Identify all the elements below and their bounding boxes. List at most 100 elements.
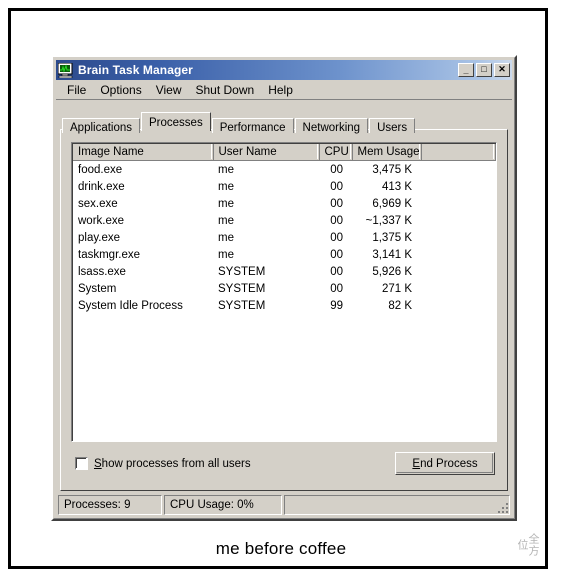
cell-user-name: SYSTEM xyxy=(218,299,266,312)
tab-networking[interactable]: Networking xyxy=(294,118,369,134)
table-row[interactable]: taskmgr.exe me 00 3,141 K xyxy=(73,246,496,263)
status-extra xyxy=(284,495,510,515)
menu-item-file[interactable]: File xyxy=(60,81,93,99)
monitor-icon xyxy=(57,62,74,78)
cell-image-name: food.exe xyxy=(78,163,123,176)
process-table: Image Name User Name CPU Mem Usage food.… xyxy=(73,144,496,314)
close-button[interactable]: ✕ xyxy=(494,63,510,77)
cell-cpu: 00 xyxy=(330,231,343,244)
cell-cpu: 00 xyxy=(330,214,343,227)
cell-spacer xyxy=(421,280,496,297)
table-row[interactable]: drink.exe me 00 413 K xyxy=(73,178,496,195)
cell-cpu: 00 xyxy=(330,180,343,193)
show-all-users-label: Show processes from all users xyxy=(94,458,251,470)
cell-user-name: SYSTEM xyxy=(218,265,266,278)
cell-spacer xyxy=(421,297,496,314)
table-row[interactable]: System SYSTEM 00 271 K xyxy=(73,280,496,297)
cell-user-name: SYSTEM xyxy=(218,282,266,295)
tab-strip: Applications Processes Performance Netwo… xyxy=(62,111,416,134)
column-header-image-name[interactable]: Image Name xyxy=(73,144,214,161)
cell-user-name: me xyxy=(218,231,234,244)
watermark-signature: 全方位 xyxy=(516,533,540,557)
show-all-users-label-rest: how processes from all users xyxy=(101,457,251,470)
cell-image-name: lsass.exe xyxy=(78,265,126,278)
show-all-users-checkbox[interactable] xyxy=(75,457,88,470)
table-row[interactable]: play.exe me 00 1,375 K xyxy=(73,229,496,246)
cell-mem-usage: 5,926 K xyxy=(372,265,412,278)
cell-image-name: work.exe xyxy=(78,214,125,227)
column-header-spacer[interactable] xyxy=(421,144,496,161)
cell-spacer xyxy=(421,195,496,212)
cell-image-name: System xyxy=(78,282,117,295)
cell-mem-usage: 413 K xyxy=(381,180,412,193)
tab-performance[interactable]: Performance xyxy=(211,118,294,134)
table-row[interactable]: sex.exe me 00 6,969 K xyxy=(73,195,496,212)
end-process-label-rest: nd Process xyxy=(420,457,478,470)
status-processes: Processes: 9 xyxy=(58,495,162,515)
column-header-user-name[interactable]: User Name xyxy=(213,144,320,161)
process-table-body: food.exe me 00 3,475 K drink.exe me 00 4… xyxy=(73,161,496,315)
cell-mem-usage: 82 K xyxy=(388,299,412,312)
cell-cpu: 00 xyxy=(330,248,343,261)
window-inner-bevel: Brain Task Manager _ □ ✕ File Options Vi… xyxy=(53,57,515,519)
tab-applications[interactable]: Applications xyxy=(62,118,141,134)
cell-mem-usage: 1,375 K xyxy=(372,231,412,244)
close-icon: ✕ xyxy=(498,64,506,74)
show-all-users-accel: S xyxy=(94,457,102,470)
processes-tab-panel: Image Name User Name CPU Mem Usage food.… xyxy=(60,129,508,491)
cell-spacer xyxy=(421,263,496,280)
caption-text: me before coffee xyxy=(215,539,347,558)
menu-bar: File Options View Shut Down Help xyxy=(56,81,512,100)
window-buttons: _ □ ✕ xyxy=(458,63,510,77)
table-header-row: Image Name User Name CPU Mem Usage xyxy=(73,144,496,161)
tab-users[interactable]: Users xyxy=(369,118,416,134)
menu-item-shut-down[interactable]: Shut Down xyxy=(189,81,262,99)
cell-spacer xyxy=(421,178,496,195)
end-process-accel: E xyxy=(412,457,421,470)
table-row[interactable]: food.exe me 00 3,475 K xyxy=(73,161,496,179)
table-row[interactable]: work.exe me 00 ~1,337 K xyxy=(73,212,496,229)
cell-cpu: 00 xyxy=(330,163,343,176)
column-header-mem-usage[interactable]: Mem Usage xyxy=(352,144,422,161)
cell-mem-usage: 3,141 K xyxy=(372,248,412,261)
cell-spacer xyxy=(421,212,496,229)
menu-item-help[interactable]: Help xyxy=(261,81,300,99)
cell-cpu: 99 xyxy=(330,299,343,312)
process-list-inner: Image Name User Name CPU Mem Usage food.… xyxy=(72,143,496,441)
cell-mem-usage: ~1,337 K xyxy=(365,214,412,227)
minimize-button[interactable]: _ xyxy=(458,63,474,77)
cell-spacer xyxy=(421,229,496,246)
cell-cpu: 00 xyxy=(330,282,343,295)
menu-item-view[interactable]: View xyxy=(149,81,189,99)
column-header-cpu[interactable]: CPU xyxy=(319,144,353,161)
cell-user-name: me xyxy=(218,197,234,210)
cell-image-name: play.exe xyxy=(78,231,120,244)
cell-user-name: me xyxy=(218,180,234,193)
cell-image-name: drink.exe xyxy=(78,180,125,193)
maximize-button[interactable]: □ xyxy=(476,63,492,77)
end-process-button[interactable]: End Process xyxy=(395,452,495,475)
cell-cpu: 00 xyxy=(330,265,343,278)
task-manager-window: Brain Task Manager _ □ ✕ File Options Vi… xyxy=(51,55,517,521)
cell-spacer xyxy=(421,161,496,179)
show-all-users-checkbox-row[interactable]: Show processes from all users xyxy=(75,457,251,470)
process-list[interactable]: Image Name User Name CPU Mem Usage food.… xyxy=(71,142,497,442)
window-title: Brain Task Manager xyxy=(78,63,193,77)
cell-spacer xyxy=(421,246,496,263)
cell-image-name: taskmgr.exe xyxy=(78,248,140,261)
status-bar: Processes: 9 CPU Usage: 0% xyxy=(58,495,510,515)
menu-item-options[interactable]: Options xyxy=(93,81,148,99)
minimize-icon: _ xyxy=(463,65,469,75)
cell-user-name: me xyxy=(218,163,234,176)
table-row[interactable]: System Idle Process SYSTEM 99 82 K xyxy=(73,297,496,314)
cell-user-name: me xyxy=(218,214,234,227)
cell-cpu: 00 xyxy=(330,197,343,210)
bottom-controls: Show processes from all users End Proces… xyxy=(71,452,497,478)
cell-user-name: me xyxy=(218,248,234,261)
resize-grip-icon[interactable] xyxy=(496,501,508,513)
table-row[interactable]: lsass.exe SYSTEM 00 5,926 K xyxy=(73,263,496,280)
tab-processes[interactable]: Processes xyxy=(141,112,211,131)
cell-image-name: sex.exe xyxy=(78,197,118,210)
title-bar[interactable]: Brain Task Manager _ □ ✕ xyxy=(56,60,512,80)
printed-page-frame: Brain Task Manager _ □ ✕ File Options Vi… xyxy=(8,8,548,569)
